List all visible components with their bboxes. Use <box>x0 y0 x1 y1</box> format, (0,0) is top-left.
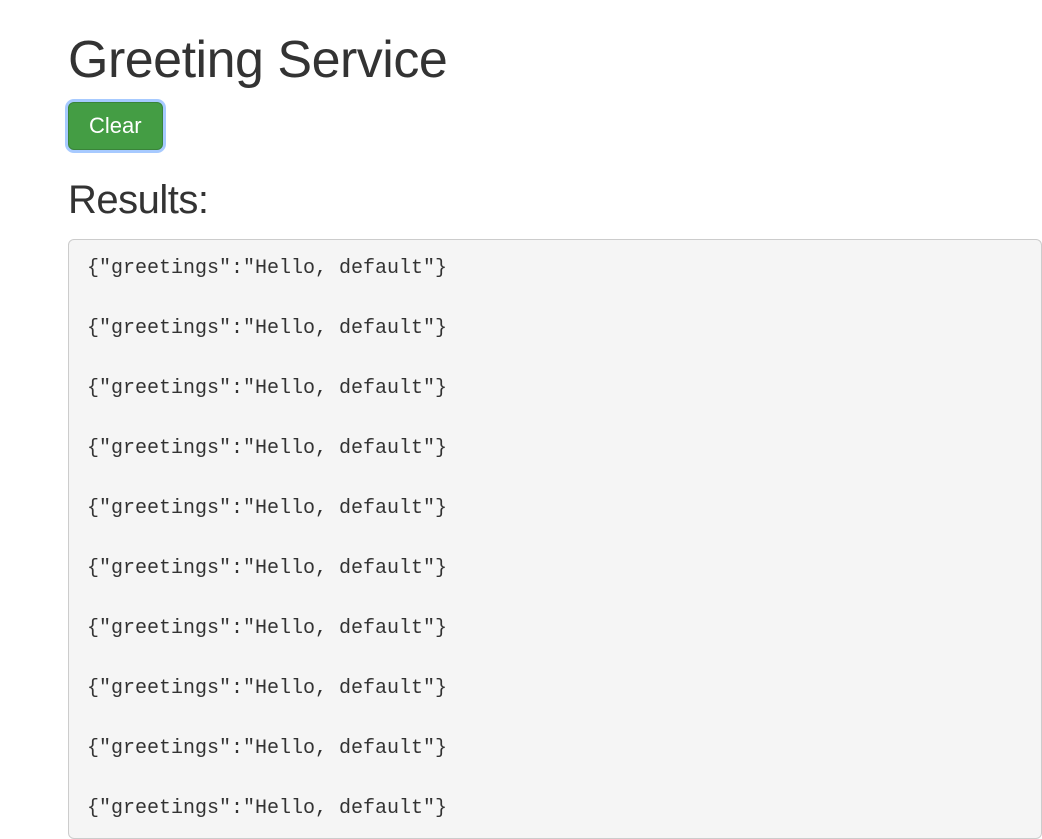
result-line: {"greetings":"Hello, default"} <box>87 674 1023 704</box>
result-line: {"greetings":"Hello, default"} <box>87 494 1023 524</box>
result-line: {"greetings":"Hello, default"} <box>87 254 1023 284</box>
result-line: {"greetings":"Hello, default"} <box>87 374 1023 404</box>
results-panel: {"greetings":"Hello, default"} {"greetin… <box>68 239 1042 839</box>
result-line: {"greetings":"Hello, default"} <box>87 434 1023 464</box>
result-line: {"greetings":"Hello, default"} <box>87 734 1023 764</box>
result-line: {"greetings":"Hello, default"} <box>87 314 1023 344</box>
result-line: {"greetings":"Hello, default"} <box>87 794 1023 824</box>
results-heading: Results: <box>68 178 1042 223</box>
result-line: {"greetings":"Hello, default"} <box>87 554 1023 584</box>
page-title: Greeting Service <box>68 30 1042 90</box>
clear-button[interactable]: Clear <box>68 102 163 150</box>
